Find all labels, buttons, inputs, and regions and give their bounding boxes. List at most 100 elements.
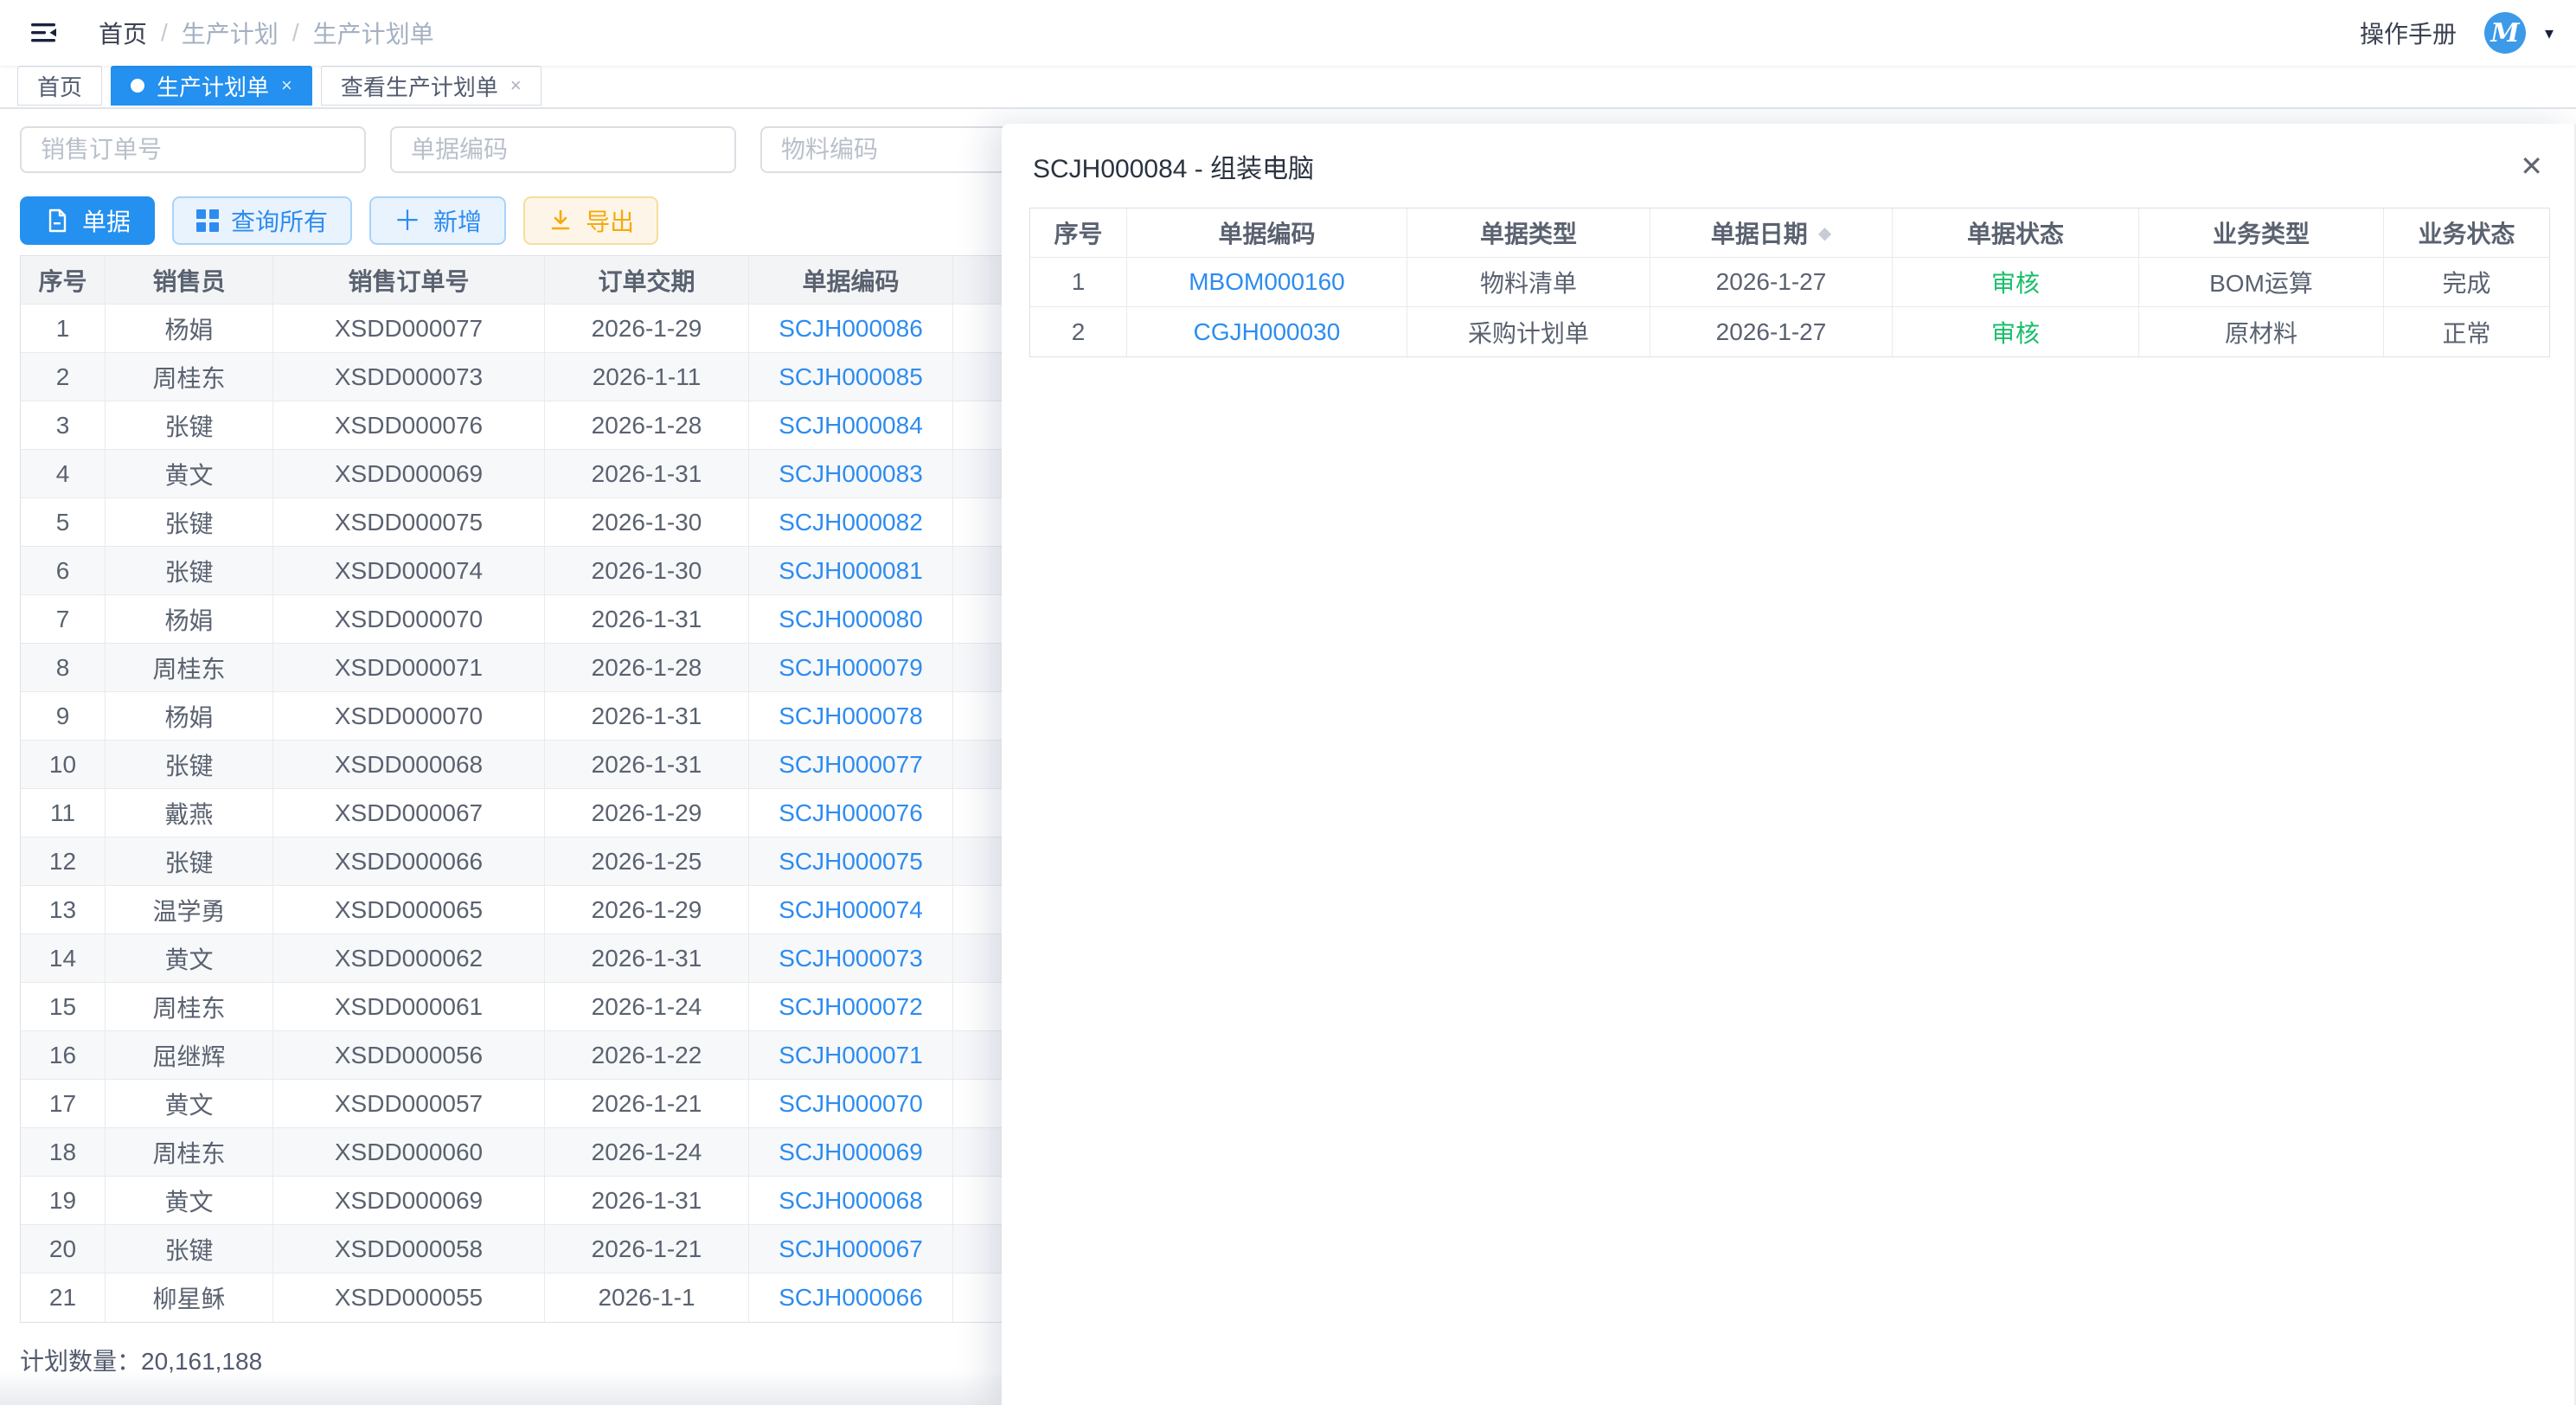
doc-code-link[interactable]: SCJH000079 — [749, 644, 953, 691]
export-button[interactable]: 导出 — [523, 196, 658, 245]
doc-code-link[interactable]: SCJH000085 — [749, 353, 953, 401]
table-row[interactable]: 20张键XSDD0000582026-1-21SCJH000067 — [21, 1225, 1030, 1273]
summary: 计划数量：20,161,188 — [20, 1343, 262, 1377]
table-row[interactable]: 6张键XSDD0000742026-1-30SCJH000081 — [21, 547, 1030, 595]
doc-code-link[interactable]: SCJH000076 — [749, 789, 953, 837]
doc-code-link[interactable]: SCJH000073 — [749, 934, 953, 982]
cell: 戴燕 — [106, 789, 273, 837]
doc-code-link[interactable]: SCJH000067 — [749, 1225, 953, 1273]
table-row[interactable]: 9杨娟XSDD0000702026-1-31SCJH000078 — [21, 692, 1030, 741]
doc-code-link[interactable]: SCJH000070 — [749, 1080, 953, 1127]
table-row[interactable]: 1杨娟XSDD0000772026-1-29SCJH000086 — [21, 305, 1030, 353]
manual-link[interactable]: 操作手册 — [2360, 16, 2457, 50]
table-row[interactable]: 18周桂东XSDD0000602026-1-24SCJH000069 — [21, 1128, 1030, 1177]
tab-2[interactable]: 查看生产计划单 × — [321, 66, 541, 106]
table-row[interactable]: 5张键XSDD0000752026-1-30SCJH000082 — [21, 498, 1030, 547]
related-doc-link[interactable]: MBOM000160 — [1127, 258, 1407, 306]
table-row[interactable]: 2周桂东XSDD0000732026-1-11SCJH000085 — [21, 353, 1030, 401]
doc-code-link[interactable]: SCJH000074 — [749, 886, 953, 933]
active-tab-dot — [131, 79, 144, 93]
add-button[interactable]: ＋ 新增 — [369, 196, 506, 245]
table-row[interactable]: 11戴燕XSDD0000672026-1-29SCJH000076 — [21, 789, 1030, 837]
document-button[interactable]: 单据 — [20, 196, 155, 245]
doc-code-link[interactable]: SCJH000084 — [749, 401, 953, 449]
cell: XSDD000069 — [273, 450, 545, 497]
plus-icon: ＋ — [394, 207, 421, 234]
tab-1[interactable]: 生产计划单 × — [111, 66, 312, 106]
doc-code-link[interactable]: SCJH000069 — [749, 1128, 953, 1176]
cell: 3 — [21, 401, 106, 449]
table-row[interactable]: 21柳星稣XSDD0000552026-1-1SCJH000066 — [21, 1273, 1030, 1322]
doc-code-link[interactable]: SCJH000075 — [749, 837, 953, 885]
cell: 2026-1-31 — [545, 741, 749, 788]
table-row[interactable]: 13温学勇XSDD0000652026-1-29SCJH000074 — [21, 886, 1030, 934]
doc-code-link[interactable]: SCJH000068 — [749, 1177, 953, 1224]
doc-code-link[interactable]: SCJH000077 — [749, 741, 953, 788]
doc-code-link[interactable]: SCJH000080 — [749, 595, 953, 643]
tab-0[interactable]: 首页 — [17, 66, 102, 106]
drawer-table-row[interactable]: 1MBOM000160物料清单2026-1-27审核BOM运算完成 — [1030, 258, 2549, 307]
column-header[interactable]: 序号 — [21, 256, 106, 304]
sort-icon[interactable]: ◆ — [1818, 222, 1831, 244]
table-row[interactable]: 3张键XSDD0000762026-1-28SCJH000084 — [21, 401, 1030, 450]
document-button-label: 单据 — [82, 203, 131, 238]
table-row[interactable]: 15周桂东XSDD0000612026-1-24SCJH000072 — [21, 983, 1030, 1031]
cell: 黄文 — [106, 1177, 273, 1224]
cell: 2026-1-21 — [545, 1225, 749, 1273]
tab-close-icon[interactable]: × — [281, 74, 292, 97]
table-row[interactable]: 14黄文XSDD0000622026-1-31SCJH000073 — [21, 934, 1030, 983]
doc-code-link[interactable]: SCJH000082 — [749, 498, 953, 546]
cell: 张键 — [106, 837, 273, 885]
tab-close-icon[interactable]: × — [510, 74, 522, 97]
doc-code-link[interactable]: SCJH000083 — [749, 450, 953, 497]
doc-code-link[interactable]: SCJH000078 — [749, 692, 953, 740]
column-header[interactable]: 销售订单号 — [273, 256, 545, 304]
drawer-column-header[interactable]: 单据日期◆ — [1650, 209, 1893, 257]
cell: XSDD000071 — [273, 644, 545, 691]
doc-code-link[interactable]: SCJH000081 — [749, 547, 953, 594]
cell: 正常 — [2384, 307, 2549, 356]
table-row[interactable]: 16屈继辉XSDD0000562026-1-22SCJH000071 — [21, 1031, 1030, 1080]
table-row[interactable]: 12张键XSDD0000662026-1-25SCJH000075 — [21, 837, 1030, 886]
cell: XSDD000066 — [273, 837, 545, 885]
column-header[interactable]: 订单交期 — [545, 256, 749, 304]
filter-input-1[interactable] — [390, 126, 736, 173]
drawer-column-header[interactable]: 单据编码 — [1127, 209, 1407, 257]
drawer-column-header[interactable]: 单据状态 — [1893, 209, 2139, 257]
cell: 杨娟 — [106, 692, 273, 740]
cell: 2026-1-30 — [545, 498, 749, 546]
cell: 2026-1-29 — [545, 789, 749, 837]
drawer-column-header[interactable]: 单据类型 — [1407, 209, 1650, 257]
user-avatar[interactable]: M — [2484, 12, 2526, 54]
cell: 19 — [21, 1177, 106, 1224]
chevron-down-icon[interactable]: ▾ — [2545, 22, 2554, 44]
menu-fold-icon[interactable] — [24, 14, 62, 52]
table-row[interactable]: 10张键XSDD0000682026-1-31SCJH000077 — [21, 741, 1030, 789]
query-all-button[interactable]: 查询所有 — [172, 196, 352, 245]
drawer-column-header[interactable]: 序号 — [1030, 209, 1127, 257]
breadcrumb-production-plan-order[interactable]: 生产计划单 — [313, 16, 434, 50]
tab-label: 生产计划单 — [157, 70, 269, 102]
filter-input-0[interactable] — [20, 126, 366, 173]
drawer-column-header[interactable]: 业务类型 — [2139, 209, 2384, 257]
top-bar: 首页 / 生产计划 / 生产计划单 操作手册 M ▾ — [0, 0, 2576, 66]
drawer-table-row[interactable]: 2CGJH000030采购计划单2026-1-27审核原材料正常 — [1030, 307, 2549, 356]
cell: 2026-1-31 — [545, 1177, 749, 1224]
doc-code-link[interactable]: SCJH000072 — [749, 983, 953, 1030]
close-icon[interactable]: ✕ — [2520, 152, 2543, 180]
table-row[interactable]: 17黄文XSDD0000572026-1-21SCJH000070 — [21, 1080, 1030, 1128]
related-doc-link[interactable]: CGJH000030 — [1127, 307, 1407, 356]
doc-code-link[interactable]: SCJH000066 — [749, 1273, 953, 1322]
table-row[interactable]: 7杨娟XSDD0000702026-1-31SCJH000080 — [21, 595, 1030, 644]
column-header[interactable]: 销售员 — [106, 256, 273, 304]
drawer-column-header[interactable]: 业务状态 — [2384, 209, 2549, 257]
column-header[interactable]: 单据编码 — [749, 256, 953, 304]
breadcrumb-production-plan[interactable]: 生产计划 — [182, 16, 279, 50]
table-row[interactable]: 8周桂东XSDD0000712026-1-28SCJH000079 — [21, 644, 1030, 692]
table-row[interactable]: 4黄文XSDD0000692026-1-31SCJH000083 — [21, 450, 1030, 498]
table-row[interactable]: 19黄文XSDD0000692026-1-31SCJH000068 — [21, 1177, 1030, 1225]
doc-code-link[interactable]: SCJH000086 — [749, 305, 953, 352]
breadcrumb-home[interactable]: 首页 — [99, 16, 147, 50]
tab-label: 查看生产计划单 — [341, 70, 498, 102]
doc-code-link[interactable]: SCJH000071 — [749, 1031, 953, 1079]
